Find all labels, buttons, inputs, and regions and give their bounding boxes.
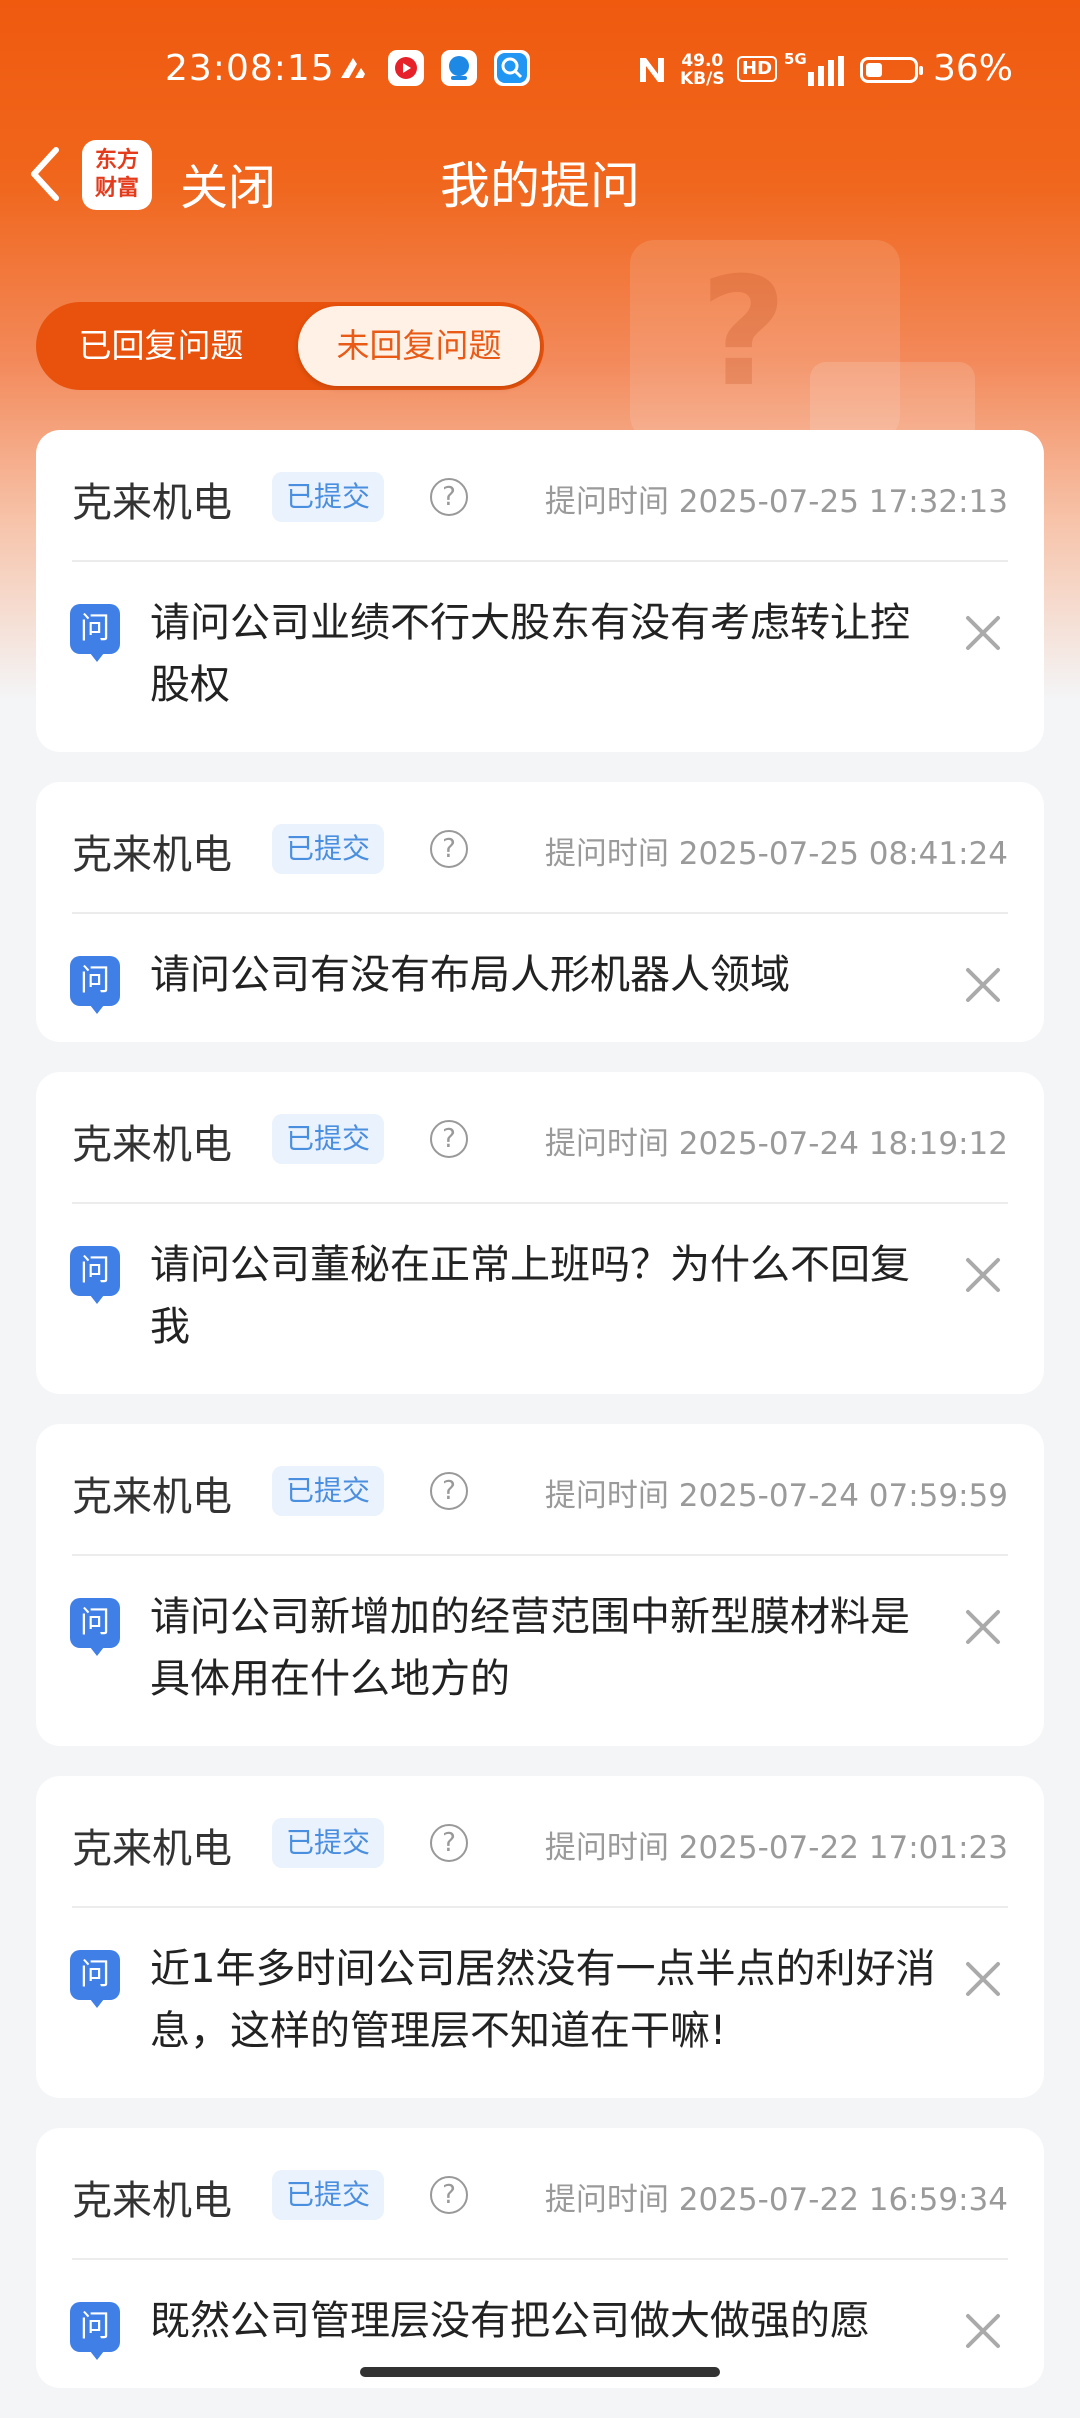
question-time: 提问时间 2025-07-22 17:01:23 [544, 1830, 1008, 1866]
question-icon: 问 [70, 1950, 120, 2008]
help-icon[interactable]: ? [430, 2176, 468, 2214]
company-name[interactable]: 克来机电 [72, 822, 232, 880]
company-name[interactable]: 克来机电 [72, 470, 232, 528]
delete-close-icon[interactable] [962, 1606, 1004, 1648]
question-text: 近1年多时间公司居然没有一点半点的利好消息，这样的管理层不知道在干嘛! [150, 1946, 936, 2054]
question-text: 请问公司业绩不行大股东有没有考虑转让控股权 [150, 600, 910, 708]
network-speed: 49.0 KB/S [680, 51, 725, 89]
help-icon[interactable]: ? [430, 1120, 468, 1158]
search-app-icon [494, 50, 530, 86]
question-time: 提问时间 2025-07-22 16:59:34 [544, 2182, 1008, 2218]
tab-replied[interactable]: 已回复问题 [36, 302, 286, 390]
question-time: 提问时间 2025-07-25 08:41:24 [544, 836, 1008, 872]
hd-indicator: HD [737, 56, 778, 82]
page-title: 我的提问 [440, 157, 640, 215]
battery-icon [860, 57, 923, 83]
delete-close-icon[interactable] [962, 612, 1004, 654]
delete-close-icon[interactable] [962, 2310, 1004, 2352]
company-name[interactable]: 克来机电 [72, 2168, 232, 2226]
status-bar: 23:08:15 49.0 KB/S HD 5G 36% [0, 0, 1080, 140]
delete-close-icon[interactable] [962, 964, 1004, 1006]
question-text: 请问公司有没有布局人形机器人领域 [150, 952, 790, 998]
help-icon[interactable]: ? [430, 1472, 468, 1510]
question-card[interactable]: 克来机电 已提交 ? 提问时间 2025-07-24 18:19:12 问 请问… [36, 1072, 1044, 1394]
question-icon: 问 [70, 604, 120, 662]
question-card[interactable]: 克来机电 已提交 ? 提问时间 2025-07-22 16:59:34 问 既然… [36, 2128, 1044, 2388]
video-app-icon [388, 50, 424, 86]
question-card[interactable]: 克来机电 已提交 ? 提问时间 2025-07-25 08:41:24 问 请问… [36, 782, 1044, 1042]
app-notification-icon [341, 58, 365, 78]
status-badge: 已提交 [272, 1466, 385, 1516]
status-badge: 已提交 [272, 1818, 385, 1868]
status-badge: 已提交 [272, 1114, 385, 1164]
company-name[interactable]: 克来机电 [72, 1816, 232, 1874]
help-icon[interactable]: ? [430, 830, 468, 868]
delete-close-icon[interactable] [962, 1254, 1004, 1296]
question-time: 提问时间 2025-07-24 07:59:59 [544, 1478, 1008, 1514]
question-list: 克来机电 已提交 ? 提问时间 2025-07-25 17:32:13 问 请问… [36, 430, 1044, 2418]
question-card[interactable]: 克来机电 已提交 ? 提问时间 2025-07-22 17:01:23 问 近1… [36, 1776, 1044, 2098]
help-icon[interactable]: ? [430, 1824, 468, 1862]
question-icon: 问 [70, 1246, 120, 1304]
nfc-icon [640, 58, 664, 82]
chat-app-icon [441, 50, 477, 86]
question-icon: 问 [70, 956, 120, 1014]
question-mark-decoration-icon: ? [700, 246, 788, 420]
tab-unreplied[interactable]: 未回复问题 [298, 306, 540, 386]
home-indicator[interactable] [360, 2367, 720, 2377]
status-time: 23:08:15 [165, 48, 335, 89]
question-icon: 问 [70, 1598, 120, 1656]
question-card[interactable]: 克来机电 已提交 ? 提问时间 2025-07-24 07:59:59 问 请问… [36, 1424, 1044, 1746]
question-time: 提问时间 2025-07-24 18:19:12 [544, 1126, 1008, 1162]
signal-strength-icon [808, 56, 844, 86]
status-badge: 已提交 [272, 824, 385, 874]
status-badge: 已提交 [272, 472, 385, 522]
question-text: 既然公司管理层没有把公司做大做强的愿 [150, 2298, 870, 2344]
question-text: 请问公司新增加的经营范围中新型膜材料是具体用在什么地方的 [150, 1594, 910, 1702]
question-text: 请问公司董秘在正常上班吗？为什么不回复我 [150, 1242, 910, 1350]
company-name[interactable]: 克来机电 [72, 1464, 232, 1522]
delete-close-icon[interactable] [962, 1958, 1004, 2000]
question-card[interactable]: 克来机电 已提交 ? 提问时间 2025-07-25 17:32:13 问 请问… [36, 430, 1044, 752]
question-icon: 问 [70, 2302, 120, 2360]
status-badge: 已提交 [272, 2170, 385, 2220]
question-time: 提问时间 2025-07-25 17:32:13 [544, 484, 1008, 520]
help-icon[interactable]: ? [430, 478, 468, 516]
battery-percentage: 36% [933, 48, 1014, 89]
question-tabs: 已回复问题 未回复问题 [36, 302, 544, 390]
company-name[interactable]: 克来机电 [72, 1112, 232, 1170]
